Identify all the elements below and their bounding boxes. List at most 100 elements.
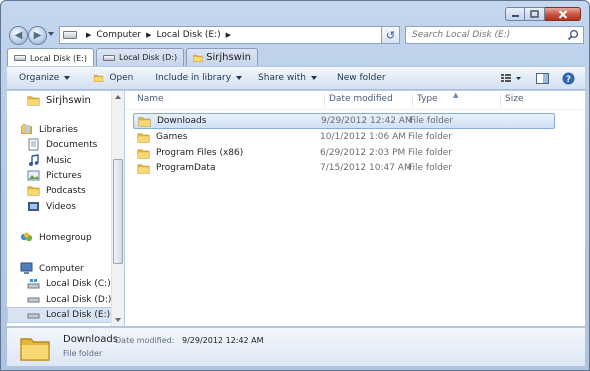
file-name-cell: Downloads [138,115,206,128]
nav-label: Local Disk (C:) [46,278,111,289]
chevron-right-icon[interactable]: ▶ [226,31,231,39]
tab-local-disk-d[interactable]: Local Disk (D:) [96,48,185,66]
drive-icon [27,297,40,303]
chevron-down-icon [236,76,243,80]
forward-button[interactable]: ▶ [28,26,47,45]
file-date: 6/29/2012 2:03 PM [320,148,406,158]
file-type: File folder [409,116,454,126]
file-type: File folder [408,132,453,142]
search-input[interactable] [412,30,562,40]
column-headers: Name Date modified Type Size ▲ [125,91,585,110]
search-box[interactable] [405,26,584,44]
details-date: 9/29/2012 12:42 AM [182,336,264,345]
minimize-icon [511,15,519,17]
chevron-down-icon [64,76,71,80]
chevron-right-icon[interactable]: ▶ [146,31,151,39]
help-button[interactable]: ? [555,68,581,88]
caption-buttons [505,7,581,21]
scrollbar-thumb[interactable] [113,159,123,264]
nav-label: Music [46,155,72,166]
music-icon [29,154,39,166]
file-date: 7/15/2012 10:47 AM [320,163,412,173]
file-name-cell: Games [137,131,187,144]
tab-label: Sirjhswin [206,52,251,63]
address-bar[interactable]: ▶ Computer ▶ Local Disk (E:) ▶ [59,26,398,44]
details-name: Downloads [63,334,118,345]
maximize-button[interactable] [525,7,545,21]
folder-icon [138,115,151,128]
column-header-date[interactable]: Date modified [324,94,393,108]
change-view-button[interactable] [493,68,529,88]
nav-label: Podcasts [46,185,86,196]
organize-label: Organize [19,73,60,83]
new-folder-button[interactable]: New folder [325,66,394,90]
nav-item-homegroup[interactable]: Homegroup [20,231,92,244]
navigation-scrollbar[interactable] [111,91,124,326]
views-icon [501,74,521,82]
file-date: 10/1/2012 1:06 AM [320,132,407,142]
nav-item-podcasts[interactable]: Podcasts [27,184,86,197]
tab-local-disk-e[interactable]: Local Disk (E:) [7,48,94,67]
nav-item-local-disk-c[interactable]: Local Disk (C:) [27,277,111,290]
nav-item-sirjhswin[interactable]: Sirjhswin [27,94,91,107]
details-type: File folder [63,349,103,358]
folder-icon [27,94,40,107]
recent-pages-dropdown[interactable] [48,32,54,36]
open-button[interactable]: Open [78,66,141,90]
nav-item-libraries[interactable]: Libraries [20,123,78,136]
tab-sirjhswin[interactable]: Sirjhswin [186,48,258,66]
column-header-name[interactable]: Name [133,94,164,108]
share-with-button[interactable]: Share with [250,66,325,90]
forward-arrow-icon: ▶ [33,30,42,41]
chevron-right-icon[interactable]: ▶ [86,31,91,39]
refresh-button[interactable]: ↺ [381,26,400,44]
nav-item-local-disk-e[interactable]: Local Disk (E:) [7,307,113,323]
nav-label: Videos [46,201,76,212]
breadcrumb-local-disk-e[interactable]: Local Disk (E:) [157,30,221,40]
folder-icon [137,147,150,160]
preview-pane-button[interactable] [529,68,555,88]
breadcrumb-computer[interactable]: Computer [96,30,141,40]
nav-label: Documents [46,139,98,150]
table-row[interactable]: Downloads 9/29/2012 12:42 AM File folder [133,113,555,129]
nav-item-music[interactable]: Music [27,154,72,167]
nav-label: Homegroup [39,232,92,243]
include-in-library-button[interactable]: Include in library [141,66,250,90]
file-type: File folder [408,163,453,173]
close-button[interactable] [545,7,581,21]
maximize-icon [530,10,539,18]
documents-icon [28,138,39,151]
search-icon[interactable] [567,29,579,41]
drive-icon [27,313,40,318]
computer-icon [20,262,33,274]
file-name-cell: Program Files (x86) [137,147,243,160]
nav-item-documents[interactable]: Documents [27,138,97,151]
explorer-window: ◀ ▶ ▶ Computer ▶ Local Disk (E:) ▶ ↺ Loc… [0,0,590,371]
large-folder-icon [19,332,51,364]
column-header-type[interactable]: Type [412,94,438,108]
close-icon [558,9,567,19]
new-folder-label: New folder [336,73,386,83]
table-row[interactable]: ProgramData 7/15/2012 10:47 AM File fold… [133,160,555,176]
minimize-button[interactable] [505,7,525,21]
nav-item-local-disk-d[interactable]: Local Disk (D:) [27,293,111,306]
table-row[interactable]: Games 10/1/2012 1:06 AM File folder [133,129,555,145]
nav-item-pictures[interactable]: Pictures [27,169,82,182]
nav-item-computer[interactable]: Computer [20,262,84,275]
drive-icon [63,31,77,39]
details-pane: Downloads Date modified: 9/29/2012 12:42… [7,327,585,366]
tab-label: Local Disk (E:) [30,53,87,63]
folder-icon [137,131,150,144]
organize-button[interactable]: Organize [7,66,78,90]
nav-item-videos[interactable]: Videos [27,200,76,213]
file-name-cell: ProgramData [137,162,215,175]
back-button[interactable]: ◀ [9,26,28,45]
open-folder-icon [92,73,105,83]
libraries-icon [21,124,32,134]
drive-icon [14,55,26,61]
scroll-down-icon[interactable] [115,318,121,322]
column-header-size[interactable]: Size [500,94,523,108]
table-row[interactable]: Program Files (x86) 6/29/2012 2:03 PM Fi… [133,145,555,161]
scroll-up-icon[interactable] [115,95,121,99]
file-name: Downloads [157,116,207,126]
